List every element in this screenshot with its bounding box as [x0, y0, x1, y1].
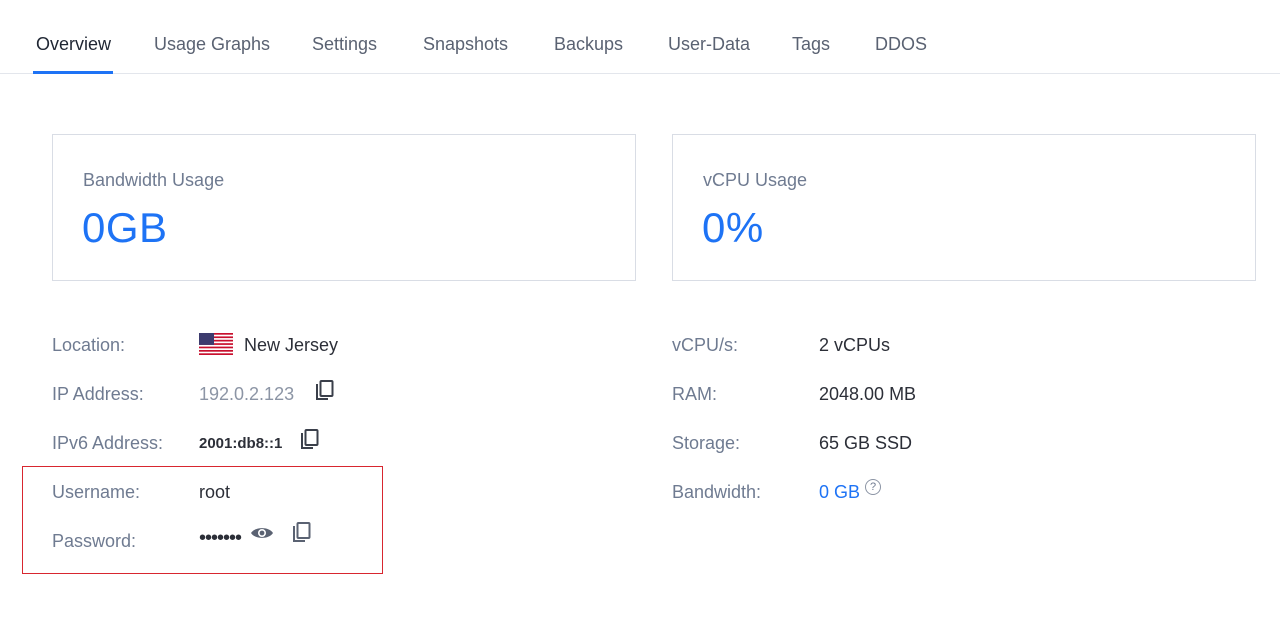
username-label: Username: — [52, 482, 141, 502]
show-password-eye-icon[interactable] — [250, 525, 274, 541]
bandwidth-usage-label: Bandwidth Usage — [83, 170, 225, 190]
username-value: root — [199, 482, 231, 502]
vcpu-usage-card: vCPU Usage 0% — [672, 134, 1256, 281]
bandwidth-value[interactable]: 0 GB — [819, 482, 860, 503]
vcpu-usage-value: 0% — [702, 204, 764, 251]
ram-value: 2048.00 MB — [819, 384, 917, 404]
vcpus-label: vCPU/s: — [672, 335, 739, 355]
bandwidth-label: Bandwidth: — [672, 482, 762, 502]
storage-value: 65 GB SSD — [819, 433, 913, 453]
location-label: Location: — [52, 335, 126, 355]
ipv6-address-value: 2001:db8::1 — [199, 435, 283, 452]
copy-ipv6-icon[interactable] — [299, 429, 319, 451]
tab-bar: Overview Usage Graphs Settings Snapshots… — [0, 0, 1280, 74]
ram-label: RAM: — [672, 384, 717, 404]
storage-label: Storage: — [672, 433, 741, 453]
ip-address-label: IP Address: — [52, 384, 144, 404]
bandwidth-usage-card: Bandwidth Usage 0GB — [52, 134, 636, 281]
password-label: Password: — [52, 531, 137, 551]
location-value: New Jersey — [244, 335, 339, 355]
copy-ip-icon[interactable] — [314, 380, 334, 402]
copy-password-icon[interactable] — [291, 522, 311, 544]
vcpus-value: 2 vCPUs — [819, 335, 891, 355]
tab-settings[interactable]: Settings — [312, 34, 377, 55]
tab-ddos[interactable]: DDOS — [875, 34, 927, 55]
tab-snapshots[interactable]: Snapshots — [423, 34, 508, 55]
active-tab-indicator — [33, 71, 113, 74]
bandwidth-usage-value: 0GB — [82, 204, 168, 251]
help-icon[interactable]: ? — [865, 479, 881, 495]
tab-user-data[interactable]: User-Data — [668, 34, 750, 55]
tab-backups[interactable]: Backups — [554, 34, 623, 55]
tab-usage-graphs[interactable]: Usage Graphs — [154, 34, 270, 55]
ipv6-address-label: IPv6 Address: — [52, 433, 164, 453]
tab-tags[interactable]: Tags — [792, 34, 830, 55]
us-flag-icon — [199, 333, 233, 355]
vcpu-usage-label: vCPU Usage — [703, 170, 808, 190]
tab-overview[interactable]: Overview — [36, 34, 111, 55]
ip-address-value: 192.0.2.123 — [199, 384, 295, 404]
password-value: ••••••• — [199, 527, 242, 549]
